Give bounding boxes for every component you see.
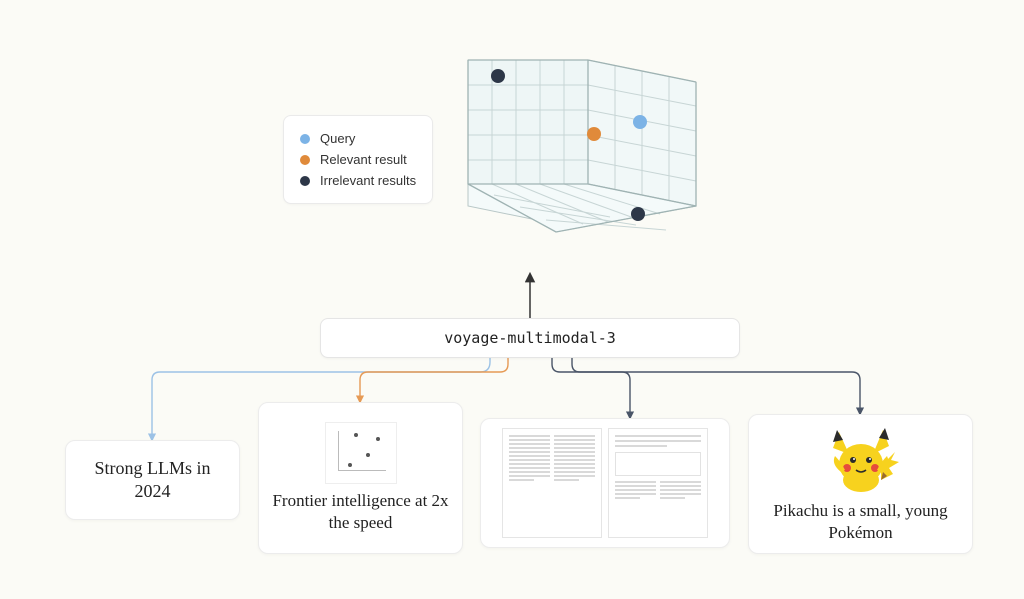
point-irrelevant-top-left <box>491 69 505 83</box>
input-card-document <box>480 418 730 548</box>
input-card-text-query: Strong LLMs in 2024 <box>65 440 240 520</box>
legend: Query Relevant result Irrelevant results <box>283 115 433 204</box>
legend-label-relevant: Relevant result <box>320 152 407 167</box>
connector-irrelevant-pikachu <box>572 358 860 414</box>
point-relevant <box>587 127 601 141</box>
pikachu-icon <box>821 424 901 494</box>
document-pages-icon <box>502 428 708 538</box>
document-page-2-icon <box>608 428 708 538</box>
connector-relevant <box>360 358 508 402</box>
diagram-stage: Query Relevant result Irrelevant results <box>0 0 1024 599</box>
scatter-thumbnail-icon <box>325 422 397 484</box>
input-card-scatter: Frontier intelligence at 2x the speed <box>258 402 463 554</box>
model-name: voyage-multimodal-3 <box>444 329 616 347</box>
point-irrelevant-bottom <box>631 207 645 221</box>
legend-dot-query-icon <box>300 134 310 144</box>
legend-label-irrelevant: Irrelevant results <box>320 173 416 188</box>
legend-row-relevant: Relevant result <box>300 149 416 170</box>
input-card-pikachu: Pikachu is a small, young Pokémon <box>748 414 973 554</box>
legend-row-query: Query <box>300 128 416 149</box>
legend-dot-relevant-icon <box>300 155 310 165</box>
input-card-2-text: Frontier intelligence at 2x the speed <box>269 490 452 534</box>
connector-irrelevant-doc <box>552 358 630 418</box>
document-page-1-icon <box>502 428 602 538</box>
input-card-4-text: Pikachu is a small, young Pokémon <box>759 500 962 544</box>
embedding-space-cube <box>438 42 718 280</box>
point-query <box>633 115 647 129</box>
input-card-1-text: Strong LLMs in 2024 <box>76 457 229 504</box>
legend-dot-irrelevant-icon <box>300 176 310 186</box>
legend-label-query: Query <box>320 131 355 146</box>
legend-row-irrelevant: Irrelevant results <box>300 170 416 191</box>
model-box: voyage-multimodal-3 <box>320 318 740 358</box>
